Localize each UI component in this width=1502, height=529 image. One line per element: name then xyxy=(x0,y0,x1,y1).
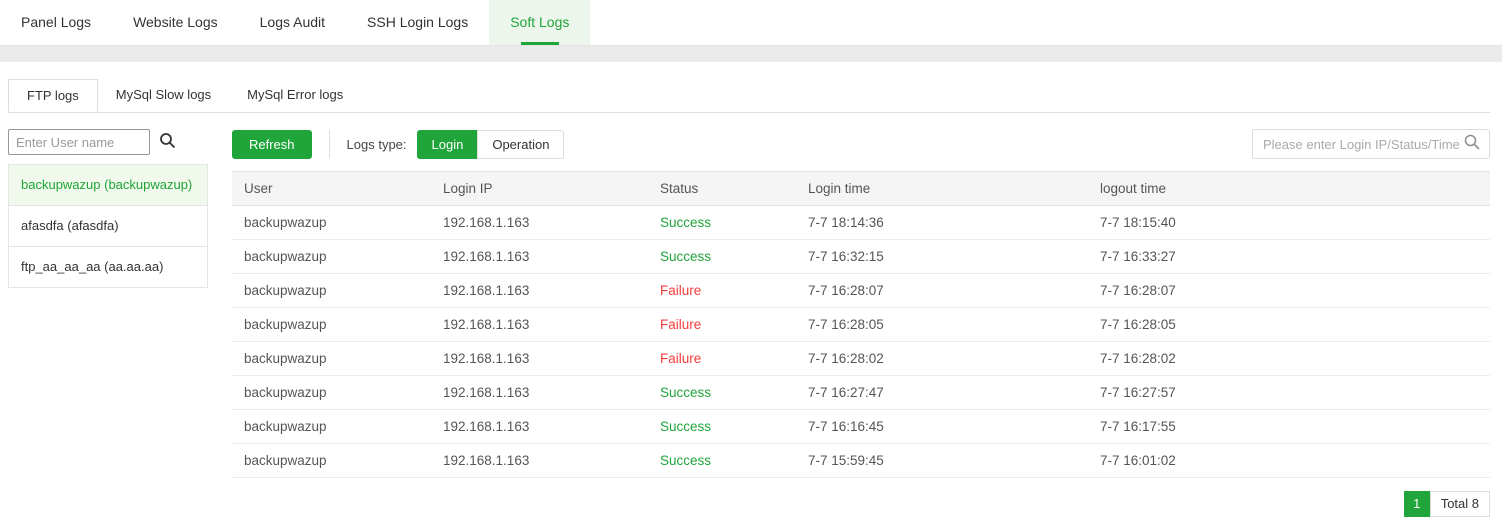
cell-login-time: 7-7 16:28:07 xyxy=(796,274,1088,308)
cell-logout-time: 7-7 16:28:02 xyxy=(1088,342,1490,376)
cell-login-time: 7-7 15:59:45 xyxy=(796,444,1088,478)
logs-type-label: Logs type: xyxy=(347,137,407,152)
pagination-total: Total 8 xyxy=(1430,491,1490,517)
status-badge: Success xyxy=(660,249,711,264)
cell-login-ip: 192.168.1.163 xyxy=(431,206,648,240)
status-badge: Success xyxy=(660,453,711,468)
tab-ssh-login-logs[interactable]: SSH Login Logs xyxy=(346,0,489,45)
status-badge: Failure xyxy=(660,351,701,366)
cell-login-ip: 192.168.1.163 xyxy=(431,410,648,444)
soft-logs-panel: FTP logs MySql Slow logs MySql Error log… xyxy=(0,79,1502,517)
refresh-button[interactable]: Refresh xyxy=(232,130,312,159)
table-row: backupwazup 192.168.1.163 Failure 7-7 16… xyxy=(232,308,1490,342)
list-item-user[interactable]: backupwazup (backupwazup) xyxy=(9,165,207,206)
col-header-login-time: Login time xyxy=(796,172,1088,206)
col-header-status: Status xyxy=(648,172,796,206)
cell-login-time: 7-7 18:14:36 xyxy=(796,206,1088,240)
subtab-mysql-slow-logs[interactable]: MySql Slow logs xyxy=(98,79,229,112)
cell-user: backupwazup xyxy=(232,342,431,376)
cell-user: backupwazup xyxy=(232,240,431,274)
ftp-user-list: backupwazup (backupwazup) afasdfa (afasd… xyxy=(8,164,208,288)
pagination-page-1[interactable]: 1 xyxy=(1404,491,1430,517)
search-icon xyxy=(159,132,176,152)
cell-logout-time: 7-7 16:01:02 xyxy=(1088,444,1490,478)
table-header-row: User Login IP Status Login time logout t… xyxy=(232,172,1490,206)
cell-logout-time: 7-7 18:15:40 xyxy=(1088,206,1490,240)
logs-search-input[interactable] xyxy=(1253,137,1464,152)
col-header-login-ip: Login IP xyxy=(431,172,648,206)
cell-login-time: 7-7 16:32:15 xyxy=(796,240,1088,274)
logs-toolbar: Refresh Logs type: Login Operation xyxy=(232,129,1490,159)
subtab-mysql-error-logs[interactable]: MySql Error logs xyxy=(229,79,361,112)
cell-user: backupwazup xyxy=(232,444,431,478)
pagination: 1 Total 8 xyxy=(232,491,1490,517)
tab-panel-logs[interactable]: Panel Logs xyxy=(0,0,112,45)
status-badge: Success xyxy=(660,215,711,230)
col-header-user: User xyxy=(232,172,431,206)
tab-soft-logs[interactable]: Soft Logs xyxy=(489,0,590,45)
cell-logout-time: 7-7 16:28:05 xyxy=(1088,308,1490,342)
logs-search-box xyxy=(1252,129,1490,159)
cell-user: backupwazup xyxy=(232,308,431,342)
table-row: backupwazup 192.168.1.163 Success 7-7 18… xyxy=(232,206,1490,240)
list-item-user[interactable]: ftp_aa_aa_aa (aa.aa.aa) xyxy=(9,247,207,287)
cell-user: backupwazup xyxy=(232,274,431,308)
status-badge: Success xyxy=(660,385,711,400)
subtab-ftp-logs[interactable]: FTP logs xyxy=(8,79,98,112)
table-row: backupwazup 192.168.1.163 Success 7-7 15… xyxy=(232,444,1490,478)
list-item-user[interactable]: afasdfa (afasdfa) xyxy=(9,206,207,247)
search-icon[interactable] xyxy=(1464,134,1480,155)
cell-logout-time: 7-7 16:17:55 xyxy=(1088,410,1490,444)
cell-login-time: 7-7 16:28:05 xyxy=(796,308,1088,342)
cell-logout-time: 7-7 16:28:07 xyxy=(1088,274,1490,308)
logs-type-login-button[interactable]: Login xyxy=(417,130,478,159)
table-row: backupwazup 192.168.1.163 Failure 7-7 16… xyxy=(232,274,1490,308)
cell-login-time: 7-7 16:16:45 xyxy=(796,410,1088,444)
cell-login-ip: 192.168.1.163 xyxy=(431,274,648,308)
sub-tab-bar: FTP logs MySql Slow logs MySql Error log… xyxy=(8,79,1490,113)
cell-login-time: 7-7 16:28:02 xyxy=(796,342,1088,376)
top-tab-bar: Panel Logs Website Logs Logs Audit SSH L… xyxy=(0,0,1502,46)
user-sidebar: backupwazup (backupwazup) afasdfa (afasd… xyxy=(8,129,208,288)
table-row: backupwazup 192.168.1.163 Success 7-7 16… xyxy=(232,240,1490,274)
cell-user: backupwazup xyxy=(232,376,431,410)
logs-type-toggle: Login Operation xyxy=(417,130,565,159)
ftp-logs-table: User Login IP Status Login time logout t… xyxy=(232,171,1490,478)
tab-logs-audit[interactable]: Logs Audit xyxy=(239,0,346,45)
cell-login-ip: 192.168.1.163 xyxy=(431,342,648,376)
logs-main: Refresh Logs type: Login Operation xyxy=(232,129,1490,517)
cell-logout-time: 7-7 16:27:57 xyxy=(1088,376,1490,410)
cell-user: backupwazup xyxy=(232,206,431,240)
cell-login-time: 7-7 16:27:47 xyxy=(796,376,1088,410)
user-search-button[interactable] xyxy=(157,132,177,152)
status-badge: Failure xyxy=(660,283,701,298)
tab-website-logs[interactable]: Website Logs xyxy=(112,0,239,45)
cell-login-ip: 192.168.1.163 xyxy=(431,376,648,410)
table-row: backupwazup 192.168.1.163 Failure 7-7 16… xyxy=(232,342,1490,376)
cell-login-ip: 192.168.1.163 xyxy=(431,308,648,342)
user-search-row xyxy=(8,129,208,155)
cell-logout-time: 7-7 16:33:27 xyxy=(1088,240,1490,274)
cell-login-ip: 192.168.1.163 xyxy=(431,444,648,478)
cell-login-ip: 192.168.1.163 xyxy=(431,240,648,274)
page-background-band xyxy=(0,46,1502,62)
logs-type-operation-button[interactable]: Operation xyxy=(477,130,564,159)
status-badge: Failure xyxy=(660,317,701,332)
cell-user: backupwazup xyxy=(232,410,431,444)
toolbar-divider xyxy=(329,130,330,158)
status-badge: Success xyxy=(660,419,711,434)
table-row: backupwazup 192.168.1.163 Success 7-7 16… xyxy=(232,376,1490,410)
table-row: backupwazup 192.168.1.163 Success 7-7 16… xyxy=(232,410,1490,444)
col-header-logout-time: logout time xyxy=(1088,172,1490,206)
user-search-input[interactable] xyxy=(8,129,150,155)
